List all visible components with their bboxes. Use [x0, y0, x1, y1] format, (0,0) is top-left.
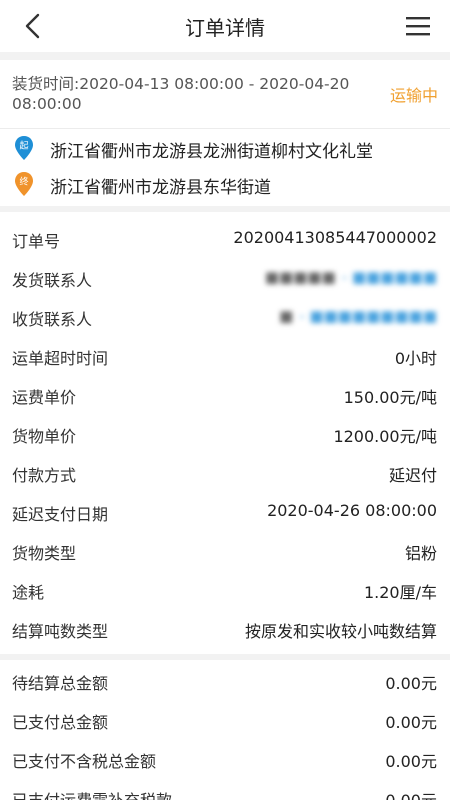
detail-row-shipper-contact: 发货联系人 ■■■■■ - ■■■■■■ [0, 259, 450, 298]
detail-row-receiver-contact: 收货联系人 ■ - ■■■■■■■■■ [0, 298, 450, 337]
summary-row-paid-pretax: 已支付不含税总金额 0.00元 [0, 740, 450, 779]
detail-label: 货物单价 [12, 427, 77, 446]
detail-value: 20200413085447000002 [233, 228, 437, 247]
detail-row-loss: 途耗 1.20厘/车 [0, 571, 450, 610]
detail-label: 途耗 [12, 583, 45, 602]
summary-value: 0.00元 [385, 713, 437, 732]
detail-value: 150.00元/吨 [343, 388, 437, 407]
redacted-contact[interactable]: ■ - ■■■■■■■■■ [279, 307, 437, 325]
detail-label: 延迟支付日期 [12, 505, 109, 524]
detail-label: 发货联系人 [12, 271, 93, 290]
summary-label: 已支付运费需补充税款 [12, 787, 172, 800]
svg-text:终: 终 [19, 176, 28, 188]
detail-row-freight-price: 运费单价 150.00元/吨 [0, 376, 450, 415]
detail-value: 1.20厘/车 [363, 583, 437, 602]
detail-value: 延迟付 [388, 466, 437, 485]
app-header: 订单详情 [0, 0, 450, 52]
destination-row: 终 浙江省衢州市龙游县东华街道 [0, 166, 450, 202]
detail-row-goods-type: 货物类型 铝粉 [0, 532, 450, 571]
detail-value: 0小时 [394, 349, 437, 368]
detail-label: 收货联系人 [12, 310, 93, 329]
chevron-left-icon[interactable] [18, 10, 50, 42]
origin-row: 起 浙江省衢州市龙游县龙洲街道柳村文化礼堂 [0, 130, 450, 166]
detail-value: 按原发和实收较小吨数结算 [244, 622, 437, 641]
detail-label: 货物类型 [12, 544, 77, 563]
detail-row-goods-price: 货物单价 1200.00元/吨 [0, 415, 450, 454]
summary-label: 已支付总金额 [12, 713, 109, 732]
summary-label: 待结算总金额 [12, 674, 109, 693]
summary-value: 0.00元 [385, 752, 437, 771]
detail-label: 结算吨数类型 [12, 622, 109, 641]
hamburger-menu-icon[interactable] [404, 12, 432, 40]
summary-row-paid-total: 已支付总金额 0.00元 [0, 701, 450, 740]
order-details-card: 订单号 20200413085447000002 发货联系人 ■■■■■ - ■… [0, 212, 450, 654]
detail-row-settlement-type: 结算吨数类型 按原发和实收较小吨数结算 [0, 610, 450, 649]
detail-label: 运费单价 [12, 388, 77, 407]
detail-value: 1200.00元/吨 [333, 427, 437, 446]
payment-summary-card: 待结算总金额 0.00元 已支付总金额 0.00元 已支付不含税总金额 0.00… [0, 660, 450, 800]
redacted-contact[interactable]: ■■■■■ - ■■■■■■ [265, 268, 437, 286]
detail-value: 铝粉 [404, 544, 437, 563]
status-badge: 运输中 [389, 86, 438, 105]
destination-pin-icon: 终 [15, 172, 33, 196]
svg-text:起: 起 [19, 141, 28, 152]
page-title: 订单详情 [185, 15, 265, 40]
origin-address: 浙江省衢州市龙游县龙洲街道柳村文化礼堂 [50, 142, 373, 162]
shipment-card: 装货时间:2020-04-13 08:00:00 - 2020-04-20 08… [0, 60, 450, 206]
divider [0, 128, 450, 129]
detail-value: 2020-04-26 08:00:00 [267, 501, 437, 520]
destination-address: 浙江省衢州市龙游县东华街道 [50, 178, 271, 198]
summary-value: 0.00元 [385, 674, 437, 693]
summary-row-pending-total: 待结算总金额 0.00元 [0, 662, 450, 701]
origin-pin-icon: 起 [15, 136, 33, 160]
detail-row-deferred-date: 延迟支付日期 2020-04-26 08:00:00 [0, 493, 450, 532]
summary-row-tax-supplement: 已支付运费需补充税款 0.00元 [0, 779, 450, 800]
detail-row-timeout: 运单超时时间 0小时 [0, 337, 450, 376]
detail-label: 运单超时时间 [12, 349, 109, 368]
detail-label: 付款方式 [12, 466, 77, 485]
summary-label: 已支付不含税总金额 [12, 752, 157, 771]
detail-row-payment-method: 付款方式 延迟付 [0, 454, 450, 493]
load-time: 装货时间:2020-04-13 08:00:00 - 2020-04-20 08… [12, 75, 350, 113]
detail-label: 订单号 [12, 232, 61, 251]
summary-value: 0.00元 [385, 787, 437, 800]
detail-row-order-no: 订单号 20200413085447000002 [0, 220, 450, 259]
